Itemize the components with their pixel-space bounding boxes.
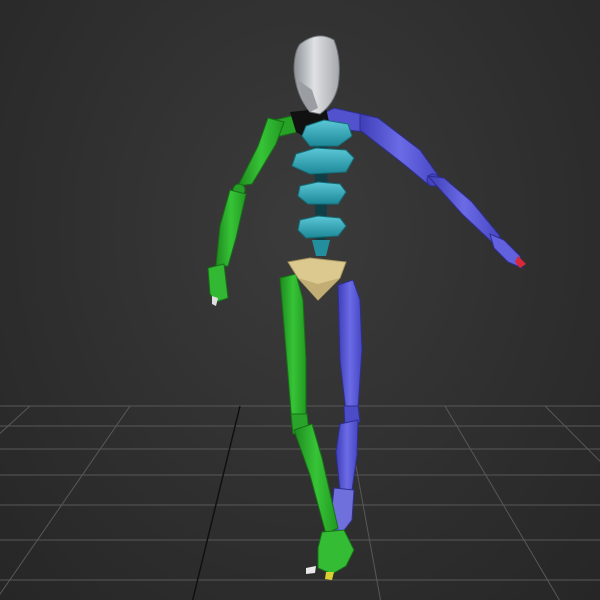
right-upper-arm[interactable] — [359, 113, 441, 187]
3d-viewport[interactable] — [0, 0, 600, 600]
head[interactable] — [293, 35, 340, 115]
left-forearm[interactable] — [215, 189, 247, 267]
viewport-scene[interactable] — [0, 0, 600, 600]
grid-line-depth — [0, 405, 131, 595]
grid-line-depth — [544, 405, 600, 462]
biped-rig[interactable] — [207, 35, 526, 580]
left-toe-white[interactable] — [306, 566, 316, 574]
spine[interactable] — [291, 119, 355, 256]
spine-base[interactable] — [312, 240, 330, 256]
head-shape[interactable] — [293, 35, 340, 115]
left-hand[interactable] — [207, 263, 229, 303]
spine-segment-4[interactable] — [297, 215, 347, 239]
grid-line-depth — [444, 405, 560, 600]
grid-line-depth — [0, 405, 31, 435]
right-thigh[interactable] — [337, 279, 363, 413]
left-foot[interactable] — [317, 529, 355, 575]
left-thigh[interactable] — [279, 273, 307, 425]
right-calf[interactable] — [335, 419, 359, 491]
left-calf[interactable] — [293, 423, 339, 535]
grid-axis-line — [191, 405, 241, 600]
left-upper-arm[interactable] — [237, 117, 285, 187]
spine-segment-2[interactable] — [291, 147, 355, 175]
left-toe-yellow[interactable] — [325, 572, 334, 580]
right-forearm[interactable] — [426, 175, 501, 245]
spine-segment-3[interactable] — [297, 181, 347, 205]
